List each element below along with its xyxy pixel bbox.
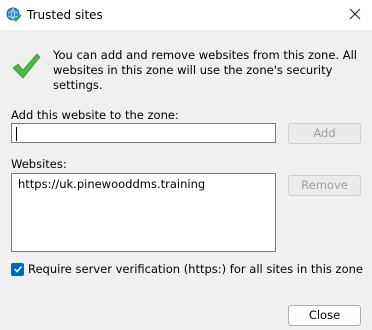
checkmark-icon — [13, 263, 23, 277]
window-title: Trusted sites — [27, 8, 103, 22]
close-window-button[interactable] — [338, 0, 372, 30]
add-button[interactable]: Add — [288, 123, 361, 144]
title-bar: Trusted sites — [0, 0, 372, 30]
green-check-icon — [10, 50, 42, 82]
require-verification-checkbox[interactable] — [11, 263, 24, 276]
dialog-body: You can add and remove websites from thi… — [0, 30, 372, 330]
info-text: You can add and remove websites from thi… — [53, 48, 357, 92]
globe-check-icon — [6, 7, 22, 23]
close-icon — [349, 8, 361, 23]
text-caret — [16, 127, 17, 141]
add-website-label: Add this website to the zone: — [11, 108, 179, 122]
add-website-input[interactable] — [11, 123, 276, 143]
remove-button[interactable]: Remove — [288, 175, 361, 196]
list-item[interactable]: https://uk.pinewooddms.training — [18, 177, 205, 191]
close-button[interactable]: Close — [288, 305, 361, 326]
websites-label: Websites: — [11, 157, 67, 171]
require-verification-label: Require server verification (https:) for… — [28, 262, 363, 276]
websites-list[interactable]: https://uk.pinewooddms.training — [11, 173, 276, 252]
